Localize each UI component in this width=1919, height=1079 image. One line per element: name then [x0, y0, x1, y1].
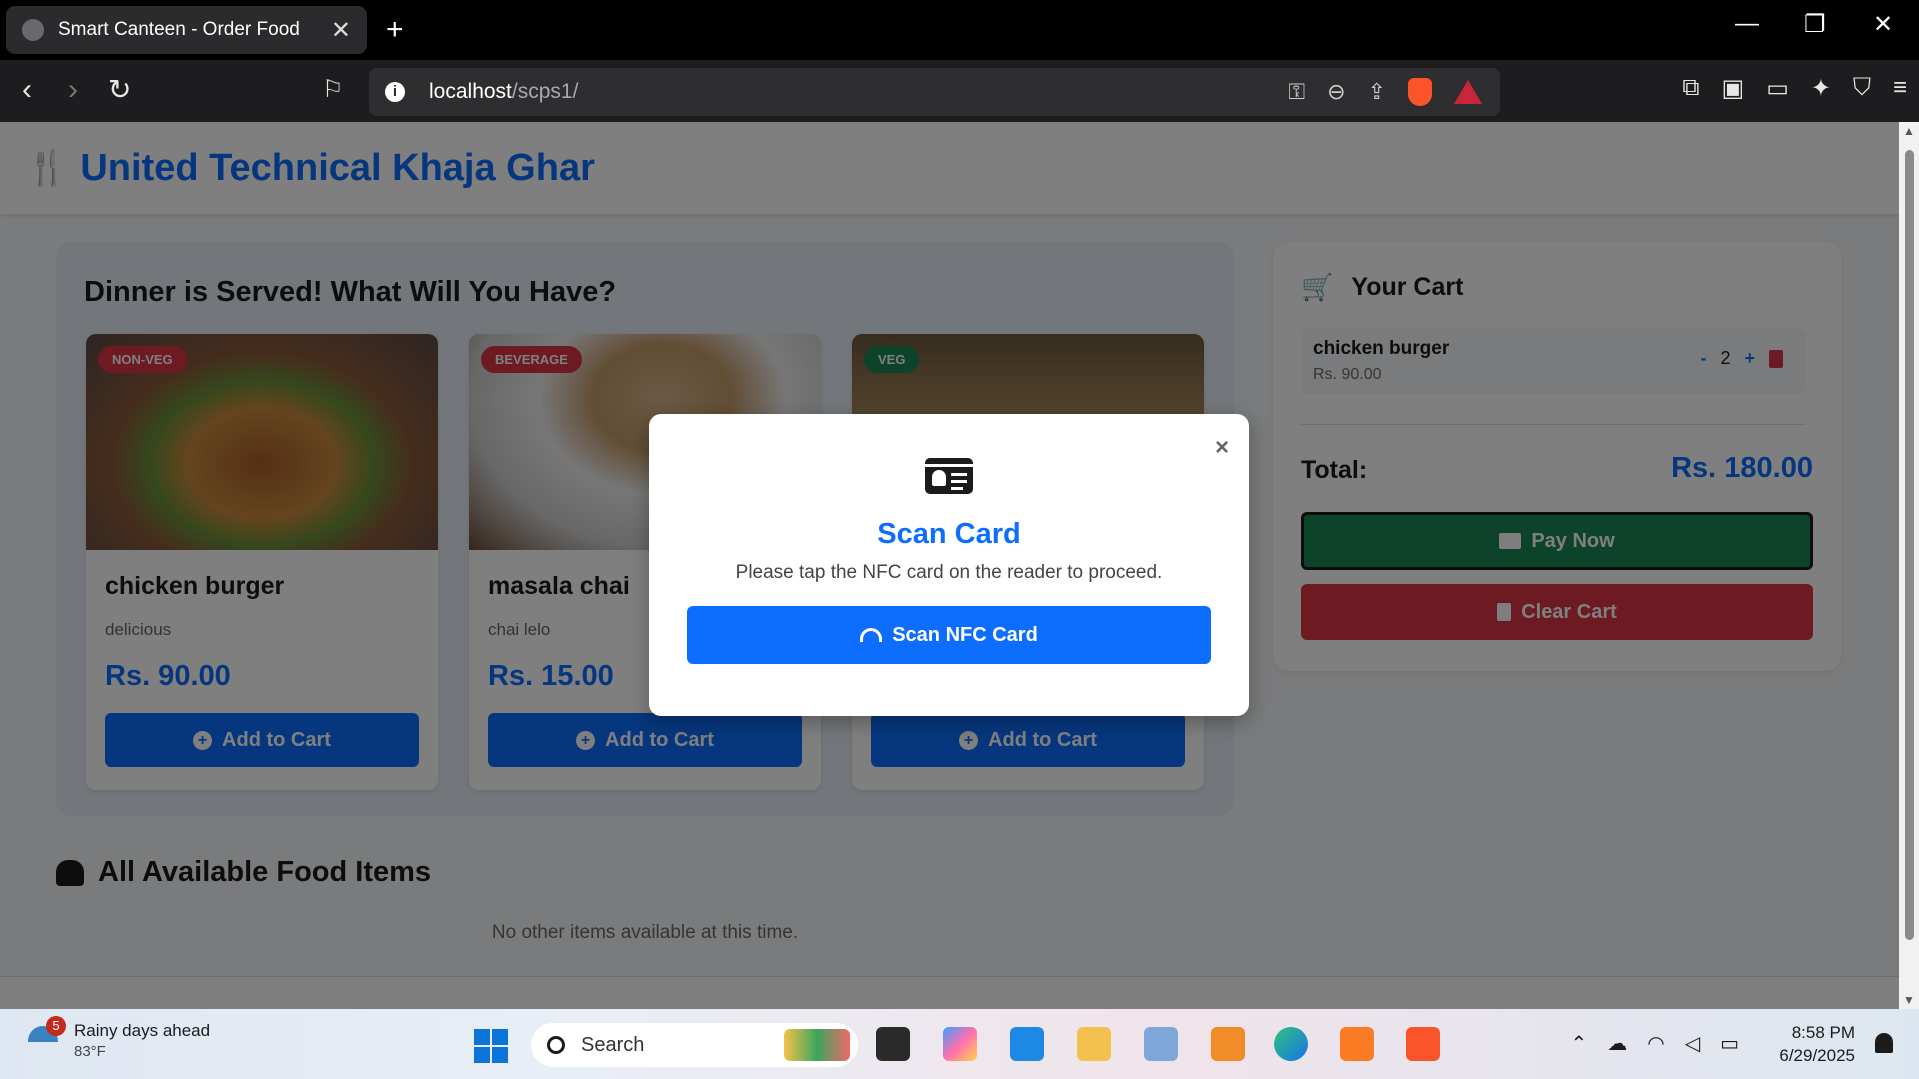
search-label: Search: [581, 1033, 645, 1056]
reader-mode-icon[interactable]: ▣: [1722, 74, 1745, 103]
start-button[interactable]: [474, 1029, 508, 1063]
tab-close-button[interactable]: ✕: [331, 16, 351, 45]
share-icon[interactable]: ⇪: [1368, 79, 1386, 105]
scan-nfc-button[interactable]: Scan NFC Card: [687, 606, 1211, 664]
weather-temp: 83°F: [74, 1043, 106, 1060]
extensions-icon[interactable]: ⧉: [1682, 74, 1699, 103]
scan-nfc-label: Scan NFC Card: [892, 623, 1038, 646]
forward-icon[interactable]: ›: [68, 72, 78, 108]
clock-date: 6/29/2025: [1779, 1046, 1855, 1065]
app-icon[interactable]: [1144, 1027, 1178, 1061]
page-scrollbar[interactable]: ▲ ▼: [1899, 122, 1919, 1009]
scroll-down-icon[interactable]: ▼: [1903, 993, 1915, 1007]
umbrella-icon: 5: [28, 1015, 66, 1056]
scroll-up-icon[interactable]: ▲: [1903, 124, 1915, 138]
menu-icon[interactable]: ≡: [1893, 74, 1907, 103]
window-minimize-button[interactable]: —: [1735, 10, 1759, 38]
bookmark-icon[interactable]: ⚐: [322, 72, 344, 108]
id-card-icon: [925, 458, 973, 494]
brave-shields-icon[interactable]: [1408, 78, 1432, 106]
volume-icon[interactable]: ◁: [1685, 1031, 1700, 1056]
modal-close-button[interactable]: ×: [1215, 434, 1229, 462]
xampp-icon[interactable]: [1340, 1027, 1374, 1061]
modal-message: Please tap the NFC card on the reader to…: [735, 562, 1163, 583]
wifi-icon[interactable]: ◠: [1647, 1031, 1664, 1056]
leo-ai-icon[interactable]: ✦: [1811, 74, 1831, 103]
file-explorer-icon[interactable]: [1077, 1027, 1111, 1061]
brave-icon[interactable]: [1406, 1027, 1440, 1061]
weather-title: Rainy days ahead: [74, 1021, 211, 1040]
key-icon[interactable]: ⚿: [1288, 79, 1305, 105]
address-bar[interactable]: i localhost /scps1/ ⚿ ⊖ ⇪: [369, 68, 1500, 116]
new-tab-button[interactable]: +: [386, 12, 404, 48]
wifi-icon: [860, 628, 883, 642]
vlc-icon[interactable]: [1211, 1027, 1245, 1061]
scrollbar-thumb[interactable]: [1905, 150, 1914, 940]
brave-rewards-icon[interactable]: [1454, 80, 1482, 104]
url-path: /scps1/: [511, 80, 579, 103]
globe-icon: [22, 19, 44, 41]
battery-icon[interactable]: ▭: [1720, 1031, 1739, 1056]
clock-time: 8:58 PM: [1791, 1023, 1855, 1042]
search-highlight-image: [784, 1029, 850, 1061]
page-content: 🍴 United Technical Khaja Ghar Dinner is …: [0, 122, 1899, 1009]
tab-title: Smart Canteen - Order Food: [58, 19, 300, 40]
onedrive-icon[interactable]: ☁: [1607, 1031, 1627, 1056]
browser-tab-bar: Smart Canteen - Order Food ✕ + — ❐ ✕: [0, 0, 1919, 60]
chevron-up-icon[interactable]: ⌃: [1570, 1031, 1587, 1056]
clock[interactable]: 8:58 PM 6/29/2025: [1779, 1021, 1855, 1067]
vpn-icon[interactable]: ⛉: [1853, 74, 1871, 103]
wallet-icon[interactable]: ▭: [1766, 74, 1789, 103]
window-close-button[interactable]: ✕: [1873, 10, 1893, 39]
vscode-icon[interactable]: [1010, 1027, 1044, 1061]
browser-tab[interactable]: Smart Canteen - Order Food ✕: [6, 6, 367, 54]
window-restore-button[interactable]: ❐: [1804, 10, 1826, 39]
notification-bell-icon[interactable]: [1875, 1033, 1893, 1053]
edge-icon[interactable]: [1274, 1027, 1308, 1061]
notification-badge: 5: [46, 1015, 66, 1036]
zoom-out-icon[interactable]: ⊖: [1327, 79, 1345, 105]
weather-widget[interactable]: 5 Rainy days ahead 83°F: [28, 1015, 211, 1060]
browser-toolbar: ‹ › ↻ ⚐ i localhost /scps1/ ⚿ ⊖ ⇪ ⧉ ▣ ▭ …: [0, 60, 1919, 122]
windows-taskbar: 5 Rainy days ahead 83°F Search ⌃ ☁ ◠ ◁ ▭…: [0, 1009, 1919, 1079]
scan-card-modal: × Scan Card Please tap the NFC card on t…: [649, 414, 1249, 716]
site-info-icon[interactable]: i: [385, 82, 405, 102]
system-tray: ⌃ ☁ ◠ ◁ ▭: [1570, 1031, 1739, 1056]
copilot-icon[interactable]: [943, 1027, 977, 1061]
task-view-icon[interactable]: [876, 1027, 910, 1061]
reload-icon[interactable]: ↻: [108, 72, 131, 108]
taskbar-search[interactable]: Search: [531, 1023, 858, 1067]
url-host: localhost: [429, 80, 512, 103]
search-icon: [547, 1036, 565, 1054]
back-icon[interactable]: ‹: [22, 72, 32, 108]
modal-title: Scan Card: [877, 518, 1021, 550]
